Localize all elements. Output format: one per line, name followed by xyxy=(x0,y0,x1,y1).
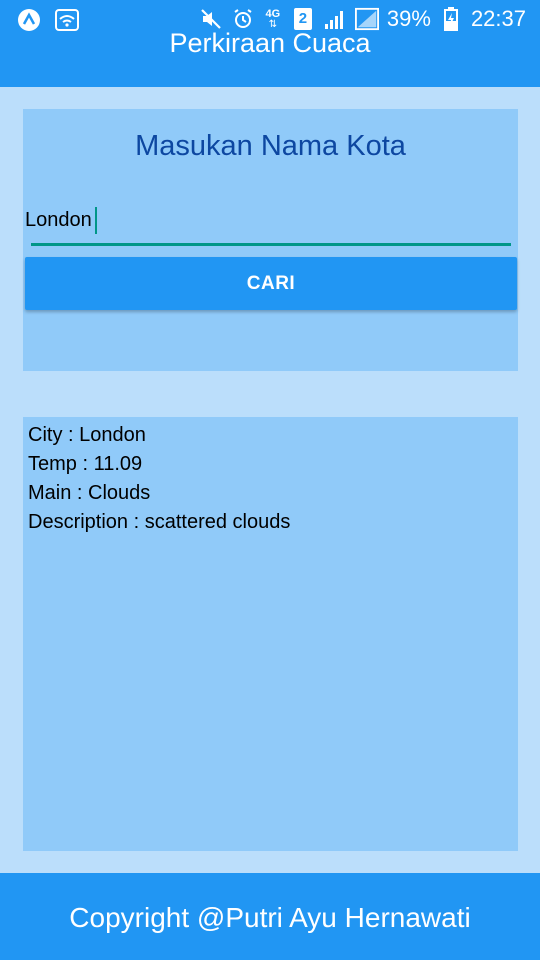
result-description: Description : scattered clouds xyxy=(28,511,291,533)
footer-copyright: Copyright @Putri Ayu Hernawati xyxy=(69,902,471,933)
sim-number: 2 xyxy=(293,8,312,30)
network-label: 4G xyxy=(265,7,281,20)
result-text: City : London Temp : 11.09 Main : Clouds… xyxy=(28,421,290,537)
app-title: Perkiraan Cuaca xyxy=(169,28,371,58)
input-underline xyxy=(31,243,511,246)
search-heading: Masukan Nama Kota xyxy=(135,130,406,162)
search-button[interactable]: CARI xyxy=(25,257,517,310)
result-city: City : London xyxy=(28,424,146,446)
text-cursor xyxy=(95,207,97,234)
city-input[interactable] xyxy=(25,205,515,235)
result-main: Main : Clouds xyxy=(28,482,151,504)
result-temp: Temp : 11.09 xyxy=(28,453,143,475)
